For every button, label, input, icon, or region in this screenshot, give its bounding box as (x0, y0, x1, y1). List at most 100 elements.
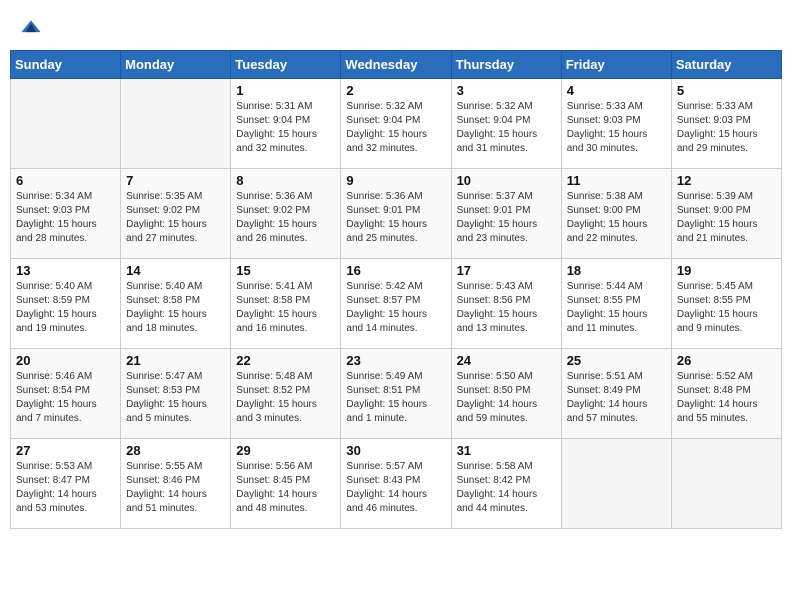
day-number: 1 (236, 83, 335, 98)
day-info: Sunrise: 5:56 AMSunset: 8:45 PMDaylight:… (236, 460, 335, 516)
day-info: Sunrise: 5:34 AMSunset: 9:03 PMDaylight:… (16, 190, 115, 246)
day-number: 13 (16, 263, 115, 278)
calendar-cell: 29 Sunrise: 5:56 AMSunset: 8:45 PMDayligh… (231, 439, 341, 529)
weekday-header: Tuesday (231, 51, 341, 79)
day-number: 4 (567, 83, 666, 98)
calendar-cell: 31Sunrise: 5:58 AMSunset: 8:42 PMDayligh… (451, 439, 561, 529)
day-number: 15 (236, 263, 335, 278)
day-number: 26 (677, 353, 776, 368)
calendar-cell: 20 Sunrise: 5:46 AMSunset: 8:54 PMDayligh… (11, 349, 121, 439)
day-info: Sunrise: 5:31 AMSunset: 9:04 PMDaylight:… (236, 100, 335, 156)
day-number: 29 (236, 443, 335, 458)
day-info: Sunrise: 5:44 AMSunset: 8:55 PMDaylight:… (567, 280, 666, 336)
day-info: Sunrise: 5:53 AMSunset: 8:47 PMDaylight:… (16, 460, 115, 516)
weekday-header: Thursday (451, 51, 561, 79)
calendar-cell: 11 Sunrise: 5:38 AMSunset: 9:00 PMDayligh… (561, 169, 671, 259)
calendar-cell: 4 Sunrise: 5:33 AMSunset: 9:03 PMDaylight… (561, 79, 671, 169)
page-header (10, 10, 782, 42)
calendar-cell: 19 Sunrise: 5:45 AMSunset: 8:55 PMDayligh… (671, 259, 781, 349)
day-info: Sunrise: 5:41 AMSunset: 8:58 PMDaylight:… (236, 280, 335, 336)
day-info: Sunrise: 5:57 AMSunset: 8:43 PMDaylight:… (346, 460, 445, 516)
calendar-cell: 26 Sunrise: 5:52 AMSunset: 8:48 PMDayligh… (671, 349, 781, 439)
calendar-cell: 16Sunrise: 5:42 AMSunset: 8:57 PMDayligh… (341, 259, 451, 349)
weekday-header: Friday (561, 51, 671, 79)
logo (18, 14, 42, 38)
day-info: Sunrise: 5:50 AMSunset: 8:50 PMDaylight:… (457, 370, 556, 426)
calendar-cell: 15 Sunrise: 5:41 AMSunset: 8:58 PMDayligh… (231, 259, 341, 349)
calendar-cell: 14 Sunrise: 5:40 AMSunset: 8:58 PMDayligh… (121, 259, 231, 349)
day-info: Sunrise: 5:47 AMSunset: 8:53 PMDaylight:… (126, 370, 225, 426)
day-number: 14 (126, 263, 225, 278)
day-number: 11 (567, 173, 666, 188)
calendar-week-row: 20 Sunrise: 5:46 AMSunset: 8:54 PMDayligh… (11, 349, 782, 439)
day-info: Sunrise: 5:51 AMSunset: 8:49 PMDaylight:… (567, 370, 666, 426)
day-info: Sunrise: 5:46 AMSunset: 8:54 PMDaylight:… (16, 370, 115, 426)
calendar-cell: 9 Sunrise: 5:36 AMSunset: 9:01 PMDaylight… (341, 169, 451, 259)
day-number: 31 (457, 443, 556, 458)
calendar-header-row: SundayMondayTuesdayWednesdayThursdayFrid… (11, 51, 782, 79)
calendar-week-row: 6 Sunrise: 5:34 AMSunset: 9:03 PMDaylight… (11, 169, 782, 259)
day-number: 9 (346, 173, 445, 188)
calendar-cell: 2 Sunrise: 5:32 AMSunset: 9:04 PMDaylight… (341, 79, 451, 169)
day-info: Sunrise: 5:43 AMSunset: 8:56 PMDaylight:… (457, 280, 556, 336)
day-number: 3 (457, 83, 556, 98)
day-info: Sunrise: 5:40 AMSunset: 8:58 PMDaylight:… (126, 280, 225, 336)
day-info: Sunrise: 5:32 AMSunset: 9:04 PMDaylight:… (346, 100, 445, 156)
day-info: Sunrise: 5:40 AMSunset: 8:59 PMDaylight:… (16, 280, 115, 336)
calendar-table: SundayMondayTuesdayWednesdayThursdayFrid… (10, 50, 782, 529)
calendar-cell (561, 439, 671, 529)
calendar-week-row: 13 Sunrise: 5:40 AMSunset: 8:59 PMDayligh… (11, 259, 782, 349)
day-number: 12 (677, 173, 776, 188)
day-info: Sunrise: 5:49 AMSunset: 8:51 PMDaylight:… (346, 370, 445, 426)
day-number: 10 (457, 173, 556, 188)
logo-text (18, 14, 42, 38)
calendar-cell: 3 Sunrise: 5:32 AMSunset: 9:04 PMDaylight… (451, 79, 561, 169)
day-number: 22 (236, 353, 335, 368)
day-info: Sunrise: 5:33 AMSunset: 9:03 PMDaylight:… (677, 100, 776, 156)
day-number: 18 (567, 263, 666, 278)
day-info: Sunrise: 5:36 AMSunset: 9:01 PMDaylight:… (346, 190, 445, 246)
day-info: Sunrise: 5:39 AMSunset: 9:00 PMDaylight:… (677, 190, 776, 246)
day-number: 21 (126, 353, 225, 368)
logo-icon (20, 16, 42, 38)
day-info: Sunrise: 5:35 AMSunset: 9:02 PMDaylight:… (126, 190, 225, 246)
day-info: Sunrise: 5:38 AMSunset: 9:00 PMDaylight:… (567, 190, 666, 246)
calendar-cell: 6 Sunrise: 5:34 AMSunset: 9:03 PMDaylight… (11, 169, 121, 259)
calendar-cell: 12 Sunrise: 5:39 AMSunset: 9:00 PMDayligh… (671, 169, 781, 259)
calendar-cell: 8Sunrise: 5:36 AMSunset: 9:02 PMDaylight… (231, 169, 341, 259)
calendar-cell: 1 Sunrise: 5:31 AMSunset: 9:04 PMDaylight… (231, 79, 341, 169)
calendar-cell: 5Sunrise: 5:33 AMSunset: 9:03 PMDaylight… (671, 79, 781, 169)
day-number: 19 (677, 263, 776, 278)
calendar-cell: 17 Sunrise: 5:43 AMSunset: 8:56 PMDayligh… (451, 259, 561, 349)
day-number: 2 (346, 83, 445, 98)
day-info: Sunrise: 5:52 AMSunset: 8:48 PMDaylight:… (677, 370, 776, 426)
day-info: Sunrise: 5:32 AMSunset: 9:04 PMDaylight:… (457, 100, 556, 156)
day-number: 28 (126, 443, 225, 458)
day-info: Sunrise: 5:48 AMSunset: 8:52 PMDaylight:… (236, 370, 335, 426)
day-number: 23 (346, 353, 445, 368)
calendar-cell: 10Sunrise: 5:37 AMSunset: 9:01 PMDayligh… (451, 169, 561, 259)
calendar-cell: 23 Sunrise: 5:49 AMSunset: 8:51 PMDayligh… (341, 349, 451, 439)
calendar-cell: 25 Sunrise: 5:51 AMSunset: 8:49 PMDayligh… (561, 349, 671, 439)
calendar-cell: 30 Sunrise: 5:57 AMSunset: 8:43 PMDayligh… (341, 439, 451, 529)
day-number: 25 (567, 353, 666, 368)
day-number: 30 (346, 443, 445, 458)
day-number: 8 (236, 173, 335, 188)
day-number: 6 (16, 173, 115, 188)
day-info: Sunrise: 5:45 AMSunset: 8:55 PMDaylight:… (677, 280, 776, 336)
calendar-cell: 18 Sunrise: 5:44 AMSunset: 8:55 PMDayligh… (561, 259, 671, 349)
calendar-cell: 7Sunrise: 5:35 AMSunset: 9:02 PMDaylight… (121, 169, 231, 259)
day-number: 20 (16, 353, 115, 368)
calendar-cell (671, 439, 781, 529)
day-info: Sunrise: 5:55 AMSunset: 8:46 PMDaylight:… (126, 460, 225, 516)
calendar-cell: 22 Sunrise: 5:48 AMSunset: 8:52 PMDayligh… (231, 349, 341, 439)
calendar-cell: 27 Sunrise: 5:53 AMSunset: 8:47 PMDayligh… (11, 439, 121, 529)
day-number: 17 (457, 263, 556, 278)
calendar-cell: 28 Sunrise: 5:55 AMSunset: 8:46 PMDayligh… (121, 439, 231, 529)
calendar-cell (121, 79, 231, 169)
day-info: Sunrise: 5:33 AMSunset: 9:03 PMDaylight:… (567, 100, 666, 156)
weekday-header: Sunday (11, 51, 121, 79)
calendar-cell: 13 Sunrise: 5:40 AMSunset: 8:59 PMDayligh… (11, 259, 121, 349)
calendar-cell: 21 Sunrise: 5:47 AMSunset: 8:53 PMDayligh… (121, 349, 231, 439)
day-number: 27 (16, 443, 115, 458)
